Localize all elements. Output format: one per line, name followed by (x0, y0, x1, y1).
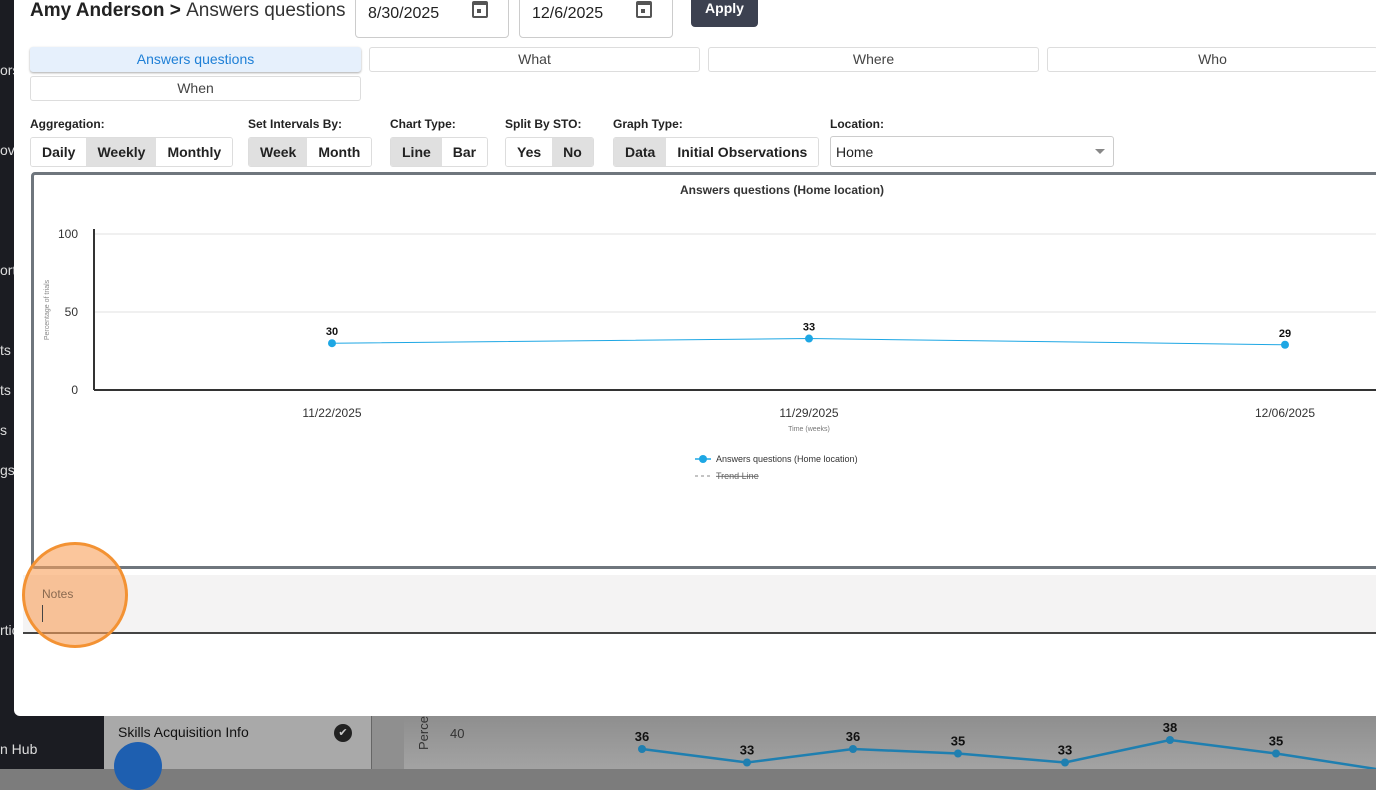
calendar-icon[interactable] (472, 1, 488, 18)
background-data-label: 33 (1058, 743, 1072, 758)
chart-title: Answers questions (Home location) (680, 183, 884, 197)
chevron-down-icon (1095, 149, 1105, 159)
split-toggle: Yes No (505, 137, 594, 167)
calendar-icon[interactable] (636, 1, 652, 18)
background-data-point (1061, 758, 1069, 767)
data-label: 33 (803, 322, 815, 334)
split-yes[interactable]: Yes (506, 138, 553, 166)
sidebar-fragment[interactable]: n Hub (0, 741, 37, 757)
chart-type-bar[interactable]: Bar (441, 138, 488, 166)
background-data-label: 36 (846, 729, 860, 744)
graph-modal: Amy Anderson > Answers questions 8/30/20… (14, 0, 1376, 716)
graph-type-data[interactable]: Data (614, 138, 667, 166)
background-data-point (743, 758, 751, 767)
legend-series-marker (699, 455, 707, 463)
location-value: Home (836, 144, 874, 160)
graph-type-toggle: Data Initial Observations (613, 137, 820, 167)
aggregation-daily[interactable]: Daily (31, 138, 87, 166)
background-data-point (1272, 749, 1280, 758)
graph-type-label: Graph Type: (613, 117, 683, 131)
background-data-label: 36 (635, 729, 649, 744)
x-axis-label: Time (weeks) (788, 426, 830, 433)
chart-type-line[interactable]: Line (391, 138, 442, 166)
legend-trend-label: Trend Line (716, 471, 759, 481)
intervals-label: Set Intervals By: (248, 117, 343, 131)
background-data-label: 35 (1269, 734, 1283, 749)
student-name: Amy Anderson > (30, 0, 181, 21)
location-label: Location: (830, 117, 884, 131)
background-data-point (638, 745, 646, 753)
skills-acquisition-label: Skills Acquisition Info (118, 724, 249, 740)
aggregation-monthly[interactable]: Monthly (156, 138, 233, 166)
y-axis-label: Percentage of trials (44, 279, 51, 340)
page-title: Amy Anderson > Answers questions (30, 0, 346, 22)
notes-field[interactable]: Notes (22, 542, 1376, 648)
data-point (328, 339, 336, 348)
y-tick-label: 0 (71, 383, 78, 397)
background-data-point (1166, 736, 1174, 744)
x-tick-label: 11/22/2025 (302, 406, 361, 420)
aggregation-label: Aggregation: (30, 117, 105, 131)
tab-what[interactable]: What (369, 47, 700, 72)
data-point (805, 334, 813, 343)
location-select[interactable]: Home (830, 136, 1114, 167)
line-chart: Answers questions (Home location) 0 50 100 P… (44, 183, 1376, 481)
y-tick-label: 100 (58, 227, 78, 241)
background-data-point (954, 749, 962, 758)
chart-type-label: Chart Type: (390, 117, 456, 131)
sidebar-fragment[interactable]: ts (0, 382, 11, 398)
background-data-label: 33 (740, 743, 754, 758)
avatar (114, 742, 162, 790)
split-label: Split By STO: (505, 117, 582, 131)
y-tick-label: 50 (65, 305, 79, 319)
interval-month[interactable]: Month (307, 138, 372, 166)
intervals-toggle: Week Month (248, 137, 373, 167)
tab-who[interactable]: Who (1047, 47, 1376, 72)
tab-where[interactable]: Where (708, 47, 1039, 72)
aggregation-weekly[interactable]: Weekly (86, 138, 157, 166)
end-date-value: 12/6/2025 (532, 5, 604, 22)
sidebar-fragment[interactable]: gs (0, 462, 15, 478)
apply-button[interactable]: Apply (691, 0, 758, 27)
background-data-label: 38 (1163, 720, 1177, 735)
background-data-label: 35 (951, 734, 965, 749)
chart-container: Answers questions (Home location) 0 50 100 P… (31, 172, 1376, 569)
end-date-input[interactable]: 12/6/2025 (519, 0, 673, 38)
sidebar-fragment[interactable]: ts (0, 342, 11, 358)
data-point (1281, 340, 1289, 349)
legend-series-label: Answers questions (Home location) (716, 454, 858, 464)
start-date-value: 8/30/2025 (368, 5, 440, 22)
split-no[interactable]: No (552, 138, 593, 166)
background-data-point (849, 745, 857, 753)
interval-week[interactable]: Week (249, 138, 308, 166)
tab-answers-questions[interactable]: Answers questions (30, 47, 361, 72)
goal-name: Answers questions (186, 0, 346, 21)
data-label: 30 (326, 326, 338, 338)
tab-when[interactable]: When (30, 76, 361, 101)
text-cursor (42, 605, 43, 622)
chart-type-toggle: Line Bar (390, 137, 489, 167)
graph-type-initial-observations[interactable]: Initial Observations (666, 138, 819, 166)
start-date-input[interactable]: 8/30/2025 (355, 0, 509, 38)
notes-label: Notes (42, 587, 74, 601)
x-tick-label: 12/06/2025 (1255, 406, 1315, 420)
data-label: 29 (1279, 328, 1291, 340)
aggregation-toggle: Daily Weekly Monthly (30, 137, 234, 167)
sidebar-fragment[interactable]: s (0, 422, 7, 438)
x-tick-label: 11/29/2025 (779, 406, 838, 420)
check-icon: ✔ (334, 724, 352, 742)
